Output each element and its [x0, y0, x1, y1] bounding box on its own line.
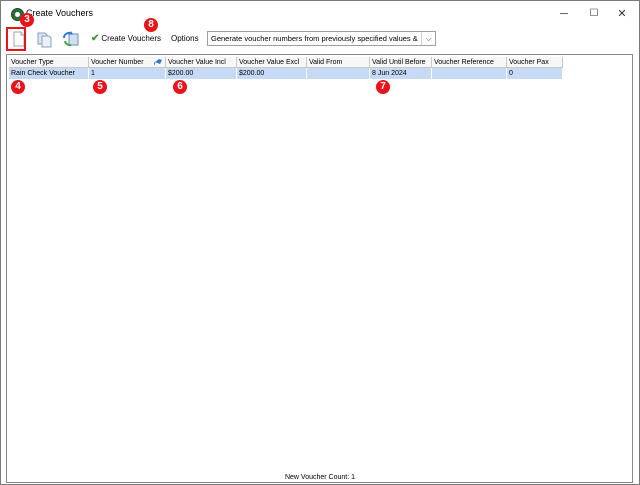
step-marker-6: 6 — [173, 80, 187, 94]
step-marker-8: 8 — [144, 18, 158, 32]
generate-mode-select[interactable]: Generate voucher numbers from previously… — [207, 31, 436, 46]
cell-valid-from[interactable] — [307, 68, 370, 79]
column-header-voucher-pax[interactable]: Voucher Pax — [507, 57, 563, 68]
column-header-valid-from[interactable]: Valid From — [307, 57, 370, 68]
create-vouchers-window: Create Vouchers ─ ☐ ✕ ✔ Create Vouchers … — [0, 0, 640, 485]
cell-voucher-pax[interactable]: 0 — [507, 68, 563, 79]
vouchers-grid: Voucher Type Voucher Number Voucher Valu… — [6, 54, 633, 483]
create-vouchers-label: Create Vouchers — [101, 34, 161, 43]
copy-voucher-button[interactable] — [35, 29, 55, 49]
maximize-button[interactable]: ☐ — [579, 5, 609, 23]
close-button[interactable]: ✕ — [607, 5, 637, 23]
step-marker-4: 4 — [11, 80, 25, 94]
title-bar: Create Vouchers ─ ☐ ✕ — [1, 1, 639, 27]
column-header-voucher-number[interactable]: Voucher Number — [89, 57, 166, 68]
import-button[interactable] — [61, 29, 81, 49]
create-vouchers-button[interactable]: ✔ Create Vouchers — [91, 32, 161, 46]
generate-mode-value: Generate voucher numbers from previously… — [211, 34, 419, 43]
minimize-button[interactable]: ─ — [549, 5, 579, 23]
step-marker-3: 3 — [20, 13, 34, 27]
step-marker-5: 5 — [93, 80, 107, 94]
pin-icon — [154, 59, 162, 66]
import-refresh-icon — [63, 31, 79, 47]
column-header-value-incl[interactable]: Voucher Value Incl — [166, 57, 237, 68]
cell-value-incl[interactable]: $200.00 — [166, 68, 237, 79]
options-menu[interactable]: Options — [171, 32, 199, 46]
column-header-valid-until[interactable]: Valid Until Before — [370, 57, 432, 68]
grid-header: Voucher Type Voucher Number Voucher Valu… — [9, 57, 563, 68]
column-header-value-excl[interactable]: Voucher Value Excl — [237, 57, 307, 68]
cell-voucher-reference[interactable] — [432, 68, 507, 79]
cell-value-excl[interactable]: $200.00 — [237, 68, 307, 79]
table-row[interactable]: Rain Check Voucher 1 $200.00 $200.00 8 J… — [9, 68, 563, 79]
cell-voucher-type[interactable]: Rain Check Voucher — [9, 68, 89, 79]
chevron-down-icon[interactable]: ⌵ — [421, 32, 435, 45]
copy-document-icon — [37, 32, 52, 48]
voucher-count-status: New Voucher Count: 1 — [284, 474, 356, 481]
highlight-box — [6, 27, 26, 51]
column-header-voucher-reference[interactable]: Voucher Reference — [432, 57, 507, 68]
cell-voucher-number[interactable]: 1 — [89, 68, 166, 79]
column-header-voucher-number-label: Voucher Number — [91, 59, 144, 66]
cell-valid-until[interactable]: 8 Jun 2024 — [370, 68, 432, 79]
toolbar: ✔ Create Vouchers Options Generate vouche… — [1, 27, 639, 51]
column-header-voucher-type[interactable]: Voucher Type — [9, 57, 89, 68]
step-marker-7: 7 — [376, 80, 390, 94]
window-title: Create Vouchers — [26, 8, 94, 18]
checkmark-icon: ✔ — [91, 33, 100, 44]
